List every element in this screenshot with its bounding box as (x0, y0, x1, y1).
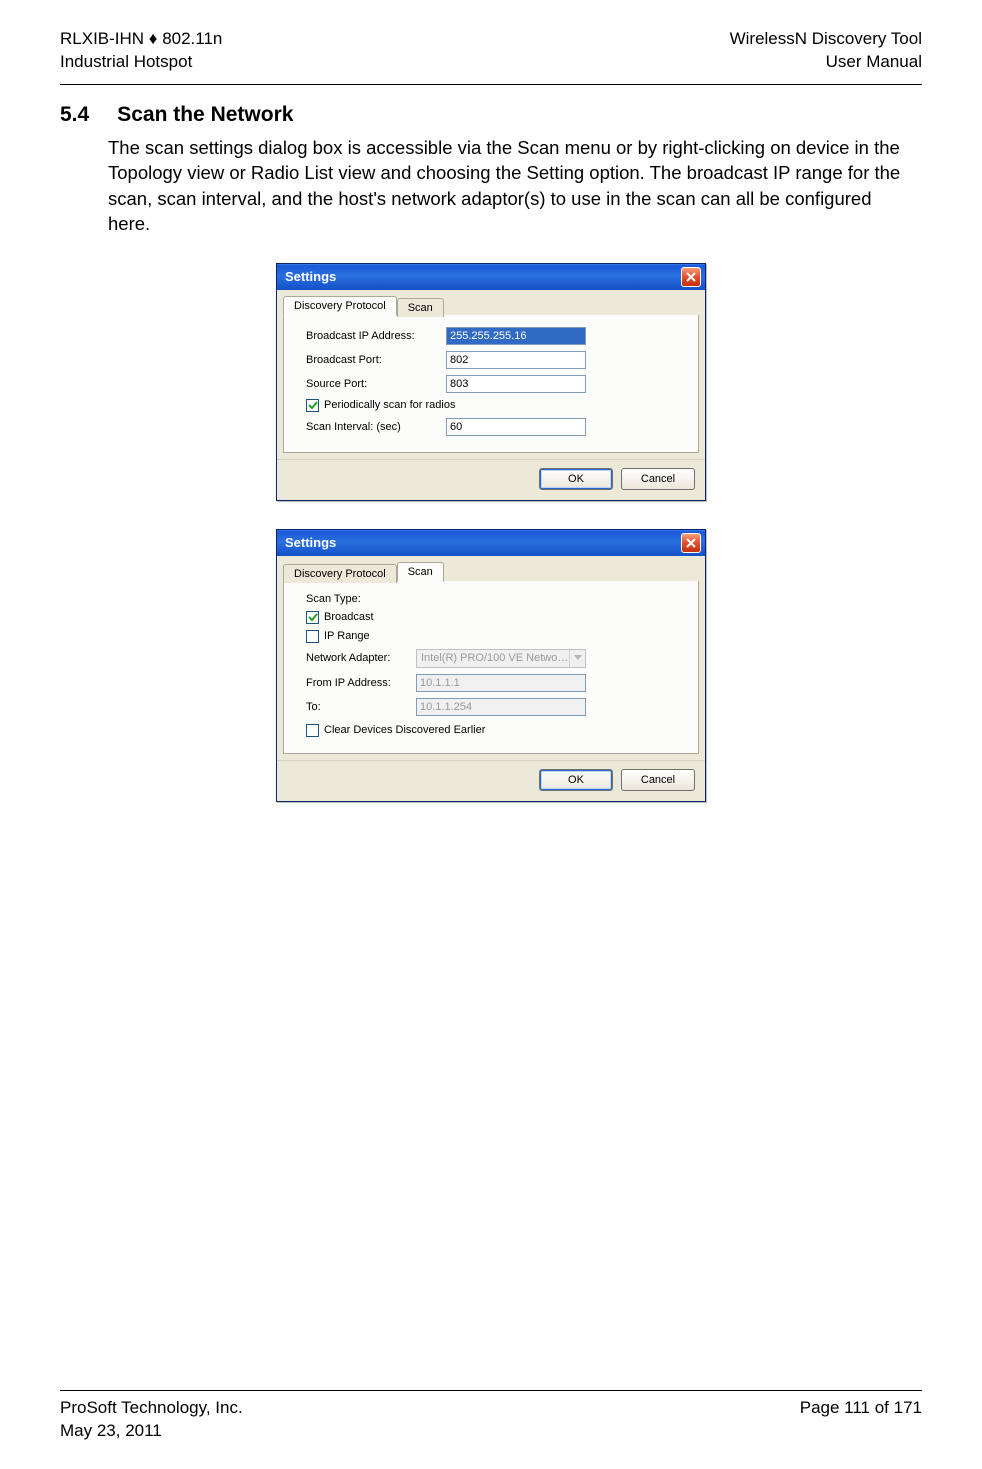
tabstrip: Discovery Protocol Scan (277, 556, 705, 581)
input-source-port[interactable] (446, 375, 586, 393)
select-value: Intel(R) PRO/100 VE Netwo… (417, 652, 569, 664)
header-right-line2: User Manual (730, 51, 922, 74)
header-left-line2: Industrial Hotspot (60, 51, 222, 74)
footer-right-line1: Page 111 of 171 (800, 1397, 922, 1420)
header-right-line1: WirelessN Discovery Tool (730, 28, 922, 51)
label-network-adapter: Network Adapter: (306, 652, 416, 664)
settings-dialog-discovery: Settings Discovery Protocol Scan Broadca… (276, 263, 706, 501)
label-to-ip: To: (306, 701, 416, 713)
footer-rule (60, 1390, 922, 1391)
ok-button[interactable]: OK (539, 769, 613, 791)
label-broadcast-port: Broadcast Port: (306, 354, 446, 366)
input-from-ip (416, 674, 586, 692)
label-from-ip: From IP Address: (306, 677, 416, 689)
tab-panel: Broadcast IP Address: Broadcast Port: So… (283, 315, 699, 453)
checkbox-periodic-scan[interactable] (306, 399, 319, 412)
dialog-title: Settings (285, 535, 681, 550)
check-icon (308, 400, 318, 410)
checkbox-broadcast[interactable] (306, 611, 319, 624)
page-header: RLXIB-IHN ♦ 802.11n Industrial Hotspot W… (60, 28, 922, 74)
checkbox-ip-range[interactable] (306, 630, 319, 643)
header-left-line1: RLXIB-IHN ♦ 802.11n (60, 28, 222, 51)
input-scan-interval[interactable] (446, 418, 586, 436)
input-to-ip (416, 698, 586, 716)
tab-discovery-protocol[interactable]: Discovery Protocol (283, 564, 397, 583)
section-title: Scan the Network (117, 103, 293, 127)
close-icon (686, 272, 696, 282)
cancel-button[interactable]: Cancel (621, 769, 695, 791)
label-clear-devices: Clear Devices Discovered Earlier (324, 724, 485, 736)
footer-left-line2: May 23, 2011 (60, 1420, 243, 1443)
input-broadcast-ip[interactable] (446, 327, 586, 345)
section-heading: 5.4 Scan the Network (60, 103, 922, 127)
label-scan-interval: Scan Interval: (sec) (306, 421, 446, 433)
cancel-button[interactable]: Cancel (621, 468, 695, 490)
input-broadcast-port[interactable] (446, 351, 586, 369)
section-number: 5.4 (60, 103, 89, 127)
tabstrip: Discovery Protocol Scan (277, 290, 705, 315)
label-scan-type: Scan Type: (306, 593, 446, 605)
label-broadcast-ip: Broadcast IP Address: (306, 330, 446, 342)
section-body: The scan settings dialog box is accessib… (108, 135, 908, 237)
chevron-down-icon (569, 650, 585, 667)
close-icon (686, 538, 696, 548)
titlebar[interactable]: Settings (277, 530, 705, 556)
button-bar: OK Cancel (277, 459, 705, 500)
titlebar[interactable]: Settings (277, 264, 705, 290)
settings-dialog-scan: Settings Discovery Protocol Scan Scan Ty… (276, 529, 706, 802)
footer-left-line1: ProSoft Technology, Inc. (60, 1397, 243, 1420)
label-ip-range: IP Range (324, 630, 370, 642)
label-broadcast: Broadcast (324, 611, 374, 623)
page-footer: ProSoft Technology, Inc. May 23, 2011 Pa… (60, 1390, 922, 1443)
button-bar: OK Cancel (277, 760, 705, 801)
dialog-title: Settings (285, 269, 681, 284)
ok-button[interactable]: OK (539, 468, 613, 490)
check-icon (308, 612, 318, 622)
label-source-port: Source Port: (306, 378, 446, 390)
close-button[interactable] (681, 533, 701, 553)
select-network-adapter[interactable]: Intel(R) PRO/100 VE Netwo… (416, 649, 586, 668)
tab-discovery-protocol[interactable]: Discovery Protocol (283, 296, 397, 316)
header-rule (60, 84, 922, 85)
label-periodic-scan: Periodically scan for radios (324, 399, 455, 411)
close-button[interactable] (681, 267, 701, 287)
tab-scan[interactable]: Scan (397, 562, 444, 582)
tab-scan[interactable]: Scan (397, 298, 444, 317)
tab-panel: Scan Type: Broadcast IP Range Network Ad… (283, 581, 699, 754)
checkbox-clear-devices[interactable] (306, 724, 319, 737)
